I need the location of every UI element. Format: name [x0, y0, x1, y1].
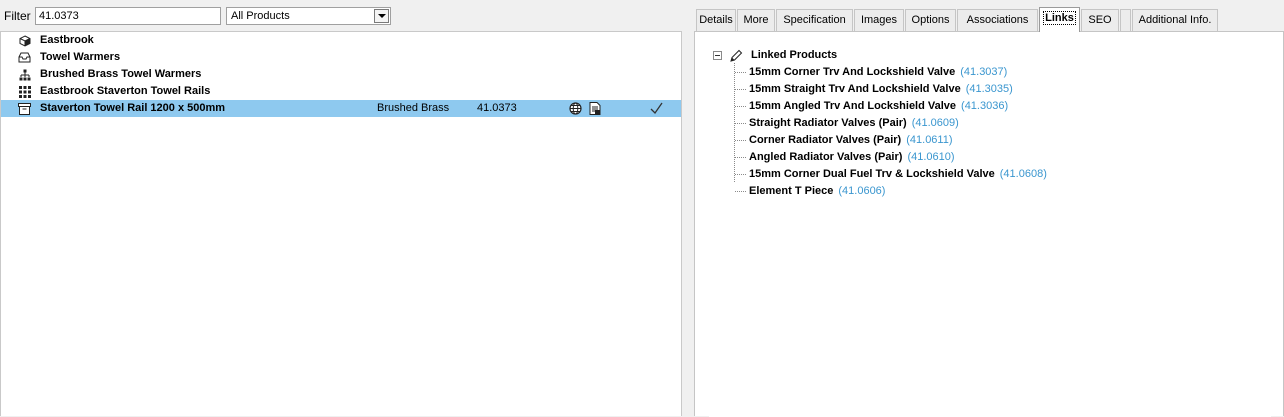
cube-icon	[18, 34, 31, 47]
product-details-pane: Details More Specification Images Option…	[694, 0, 1284, 417]
tree-row-label: Towel Warmers	[40, 51, 121, 63]
product-code: 41.0373	[477, 102, 517, 114]
tree-row-subcategory[interactable]: Brushed Brass Towel Warmers	[1, 66, 681, 83]
tab-more[interactable]: More	[737, 9, 775, 31]
linked-product-code: (41.0611)	[906, 134, 953, 146]
tree-row-category[interactable]: Towel Warmers	[1, 49, 681, 66]
product-scope-select[interactable]: All Products	[226, 7, 391, 25]
detail-tabs: Details More Specification Images Option…	[694, 7, 1284, 32]
tab-additional-info[interactable]: Additional Info.	[1132, 9, 1218, 31]
grid-icon	[18, 85, 31, 98]
linked-product-code: (41.0608)	[999, 168, 1047, 180]
filter-label: Filter	[4, 9, 31, 23]
linked-product-name: 15mm Angled Trv And Lockshield Valve	[749, 100, 957, 112]
linked-product-code: (41.3037)	[960, 66, 1008, 78]
check-icon	[650, 101, 663, 115]
tab-associations[interactable]: Associations	[957, 9, 1038, 31]
product-browser-pane: Filter All Products Eastbrook Towel Warm…	[0, 0, 682, 416]
linked-product-name: 15mm Corner Trv And Lockshield Valve	[749, 66, 956, 78]
tab-images[interactable]: Images	[854, 9, 904, 31]
pane-splitter[interactable]	[682, 0, 694, 416]
filter-input[interactable]	[35, 7, 221, 25]
linked-product-name: 15mm Straight Trv And Lockshield Valve	[749, 83, 961, 95]
globe-icon[interactable]	[569, 102, 582, 115]
product-finish: Brushed Brass	[377, 102, 450, 114]
tab-links[interactable]: Links	[1039, 7, 1080, 32]
tree-row-label: Eastbrook	[40, 34, 94, 46]
tree-row-range[interactable]: Eastbrook Staverton Towel Rails	[1, 83, 681, 100]
linked-products-label: Linked Products	[751, 49, 838, 61]
product-scope-value: All Products	[231, 10, 290, 22]
collapse-icon[interactable]	[713, 51, 722, 60]
linked-product-name: Corner Radiator Valves (Pair)	[749, 134, 902, 146]
links-tab-panel: Linked Products 15mm Corner Trv And Lock…	[694, 31, 1284, 417]
tree-row-product[interactable]: Staverton Towel Rail 1200 x 500mm Brushe…	[1, 100, 681, 117]
linked-product-code: (41.0610)	[907, 151, 955, 163]
tab-seo[interactable]: SEO	[1081, 9, 1119, 31]
linked-product-code: (41.0609)	[911, 117, 959, 129]
pencil-icon	[729, 49, 743, 63]
tab-options[interactable]: Options	[905, 9, 956, 31]
filter-bar: Filter All Products	[0, 0, 682, 32]
tab-details[interactable]: Details	[696, 9, 736, 31]
chevron-down-icon[interactable]	[374, 9, 389, 23]
tab-blank[interactable]	[1120, 9, 1131, 31]
box-icon	[18, 102, 31, 115]
linked-product-code: (41.3035)	[965, 83, 1013, 95]
linked-product-code: (41.0606)	[838, 185, 886, 197]
tree-row-brand[interactable]: Eastbrook	[1, 32, 681, 49]
linked-product-name: Element T Piece	[749, 185, 834, 197]
tab-specification[interactable]: Specification	[776, 9, 853, 31]
document-icon[interactable]	[589, 102, 602, 115]
tree-row-label: Eastbrook Staverton Towel Rails	[40, 85, 211, 97]
tree-row-label: Staverton Towel Rail 1200 x 500mm	[40, 102, 226, 114]
tray-icon	[18, 51, 31, 64]
linked-product-name: Straight Radiator Valves (Pair)	[749, 117, 907, 129]
hierarchy-icon	[18, 68, 31, 81]
linked-product-name: 15mm Corner Dual Fuel Trv & Lockshield V…	[749, 168, 995, 180]
product-tree: Eastbrook Towel Warmers Brushed Brass To…	[0, 31, 682, 416]
linked-products-tree: Linked Products 15mm Corner Trv And Lock…	[709, 38, 1271, 417]
linked-product-name: Angled Radiator Valves (Pair)	[749, 151, 903, 163]
tree-row-label: Brushed Brass Towel Warmers	[40, 68, 202, 80]
linked-product-code: (41.3036)	[961, 100, 1009, 112]
